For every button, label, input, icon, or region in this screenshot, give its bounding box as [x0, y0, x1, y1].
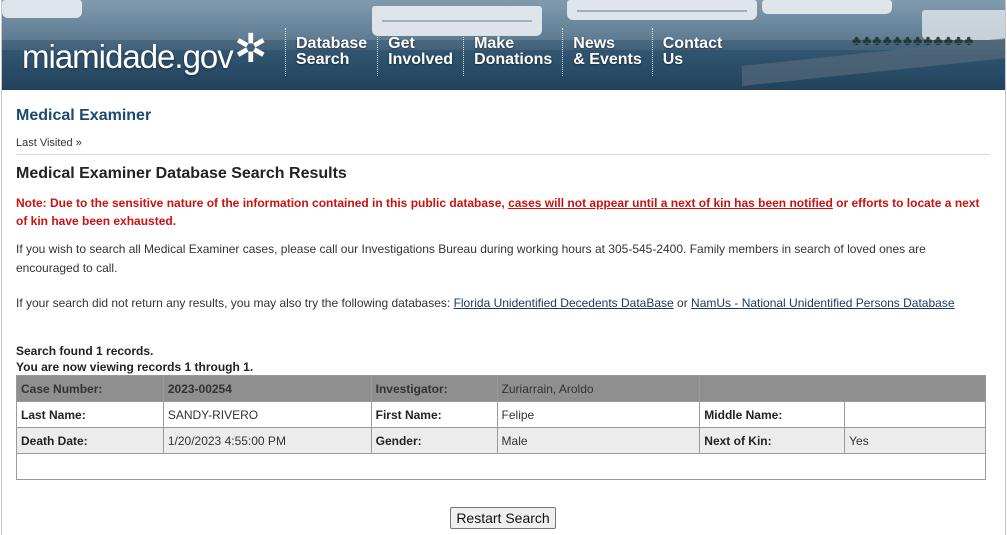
page-title: Medical Examiner [16, 107, 152, 124]
note-text: Note: Due to the sensitive nature of the… [16, 196, 509, 210]
nav-label: Search [296, 51, 350, 68]
next-of-kin-value: Yes [844, 427, 986, 454]
gender-label: Gender: [370, 427, 498, 454]
banner-palm-trees: ♣♣♣♣♣♣♣♣♣♣♣♣ [852, 32, 975, 48]
middle-name-label: Middle Name: [699, 401, 846, 428]
site-logo[interactable]: miamidade.gov [22, 38, 234, 76]
nav-label: & Events [573, 51, 642, 68]
palm-tree-icon: ✲ [234, 27, 268, 71]
case-number-label: Case Number: [16, 375, 164, 402]
nav-make-donations[interactable]: Make Donations [463, 28, 562, 76]
nav-label: Us [662, 51, 684, 68]
first-name-label: First Name: [370, 401, 498, 428]
records-found-text: Search found 1 records. [16, 344, 154, 358]
search-summary: Search found 1 records. You are now view… [16, 343, 990, 375]
namus-link[interactable]: NamUs - National Unidentified Persons Da… [691, 296, 954, 310]
nav-label: Get [388, 35, 415, 52]
results-title: Medical Examiner Database Search Results [16, 165, 347, 182]
contact-info-paragraph: If you wish to search all Medical Examin… [16, 242, 926, 275]
sensitivity-note: Note: Due to the sensitive nature of the… [16, 194, 990, 230]
florida-decedents-link[interactable]: Florida Unidentified Decedents DataBase [454, 296, 674, 310]
button-bar: Restart Search [16, 507, 990, 529]
para-text: or [673, 296, 692, 310]
table-row: Last Name: SANDY-RIVERO First Name: Feli… [16, 401, 986, 428]
breadcrumb[interactable]: Last Visited » [16, 137, 990, 155]
empty-row [16, 453, 986, 480]
death-date-value: 1/20/2023 4:55:00 PM [162, 427, 372, 454]
main-nav: Database Search Get Involved Make Donati… [285, 28, 732, 78]
next-of-kin-label: Next of Kin: [699, 427, 846, 454]
restart-search-button[interactable]: Restart Search [450, 507, 556, 529]
records-viewing-text: You are now viewing records 1 through 1. [16, 360, 254, 374]
last-name-label: Last Name: [16, 401, 164, 428]
table-row [16, 453, 986, 480]
main-content: Medical Examiner Last Visited » Medical … [2, 107, 1005, 529]
banner-ship [2, 0, 82, 18]
empty-cell [699, 375, 986, 402]
nav-label: Contact [662, 35, 723, 52]
last-name-value: SANDY-RIVERO [162, 401, 372, 428]
nav-get-involved[interactable]: Get Involved [377, 28, 463, 76]
investigator-value: Zuriarrain, Aroldo [496, 375, 701, 402]
para-text: If your search did not return any result… [16, 296, 454, 310]
nav-contact-us[interactable]: Contact Us [651, 28, 733, 76]
nav-label: Database [296, 35, 368, 52]
other-databases-paragraph: If your search did not return any result… [16, 294, 990, 313]
records-table: Case Number: 2023-00254 Investigator: Zu… [16, 375, 986, 480]
next-of-kin-link[interactable]: cases will not appear until a next of ki… [508, 196, 833, 210]
middle-name-value [844, 401, 986, 428]
nav-database-search[interactable]: Database Search [285, 28, 377, 76]
case-number-value: 2023-00254 [162, 375, 372, 402]
table-row: Case Number: 2023-00254 Investigator: Zu… [16, 375, 986, 402]
nav-label: Make [474, 35, 515, 52]
header-banner: ♣♣♣♣♣♣♣♣♣♣♣♣ miamidade.gov ✲ Database Se… [2, 0, 1005, 90]
banner-ship [762, 0, 892, 14]
nav-label: News [573, 35, 616, 52]
death-date-label: Death Date: [16, 427, 164, 454]
first-name-value: Felipe [496, 401, 701, 428]
gender-value: Male [496, 427, 701, 454]
nav-news-events[interactable]: News & Events [562, 28, 651, 76]
banner-ship-deck [577, 10, 747, 12]
banner-ship-deck [382, 20, 532, 22]
nav-label: Involved [388, 51, 454, 68]
table-row: Death Date: 1/20/2023 4:55:00 PM Gender:… [16, 427, 986, 454]
investigator-label: Investigator: [370, 375, 498, 402]
nav-label: Donations [474, 51, 553, 68]
page: ♣♣♣♣♣♣♣♣♣♣♣♣ miamidade.gov ✲ Database Se… [1, 0, 1006, 535]
